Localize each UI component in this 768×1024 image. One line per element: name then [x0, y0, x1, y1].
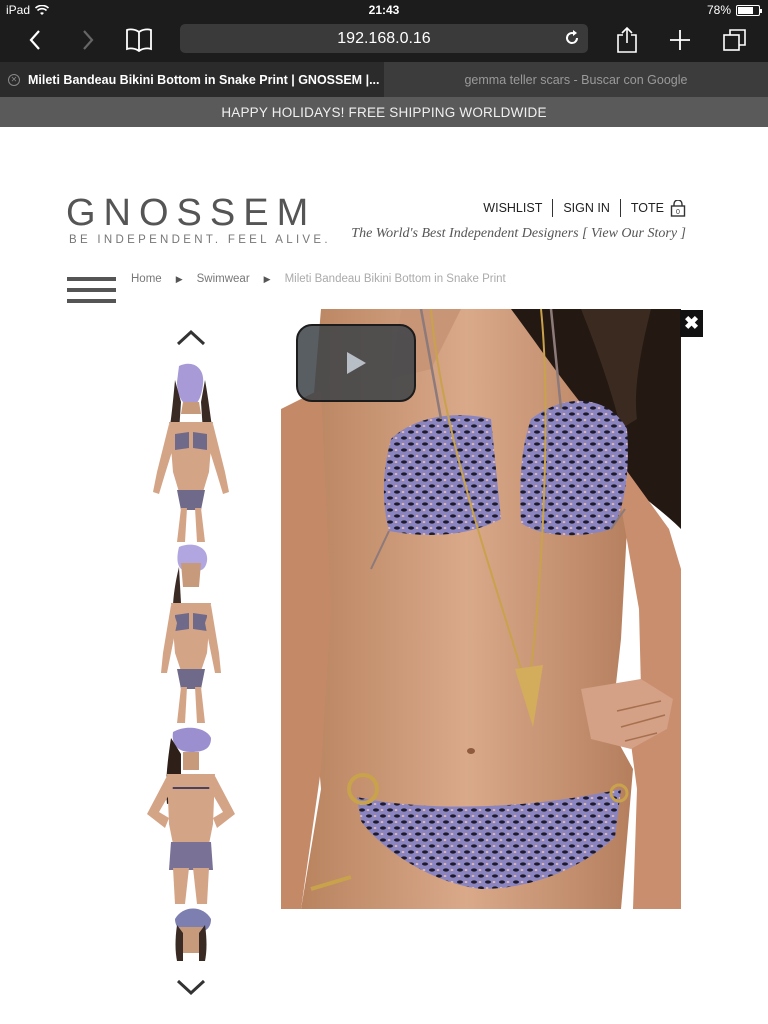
tab-title: gemma teller scars - Buscar con Google	[464, 72, 688, 87]
browser-toolbar: 192.168.0.16	[0, 20, 768, 62]
tab-active[interactable]: ✕ Mileti Bandeau Bikini Bottom in Snake …	[0, 62, 384, 97]
promo-banner: HAPPY HOLIDAYS! FREE SHIPPING WORLDWIDE	[0, 97, 768, 127]
menu-icon[interactable]	[67, 277, 116, 307]
battery-icon	[736, 4, 762, 16]
tab-title: Mileti Bandeau Bikini Bottom in Snake Pr…	[28, 72, 380, 87]
back-button[interactable]	[19, 24, 51, 56]
site-logo[interactable]: GNOSSEM	[66, 192, 316, 235]
tote-label: TOTE	[630, 201, 664, 215]
user-nav: WISHLIST SIGN IN TOTE 0	[473, 199, 686, 217]
battery-percent: 78%	[706, 3, 731, 17]
tote-bag-icon: 0	[670, 199, 686, 217]
bookmarks-icon[interactable]	[123, 24, 155, 56]
product-thumbnail-2[interactable]	[131, 543, 251, 723]
tab-close-icon[interactable]: ✕	[8, 73, 20, 86]
share-icon[interactable]	[611, 24, 643, 56]
product-thumbnail-1[interactable]	[131, 362, 251, 542]
tab-inactive[interactable]: gemma teller scars - Buscar con Google	[384, 62, 768, 97]
new-tab-icon[interactable]	[664, 24, 696, 56]
chevron-down-icon[interactable]	[175, 976, 207, 998]
forward-button[interactable]	[72, 24, 104, 56]
chevron-up-icon[interactable]	[175, 327, 207, 349]
reload-icon[interactable]	[562, 28, 582, 48]
clock: 21:43	[368, 3, 400, 17]
address-bar[interactable]: 192.168.0.16	[180, 24, 588, 53]
breadcrumb-arrow-icon: ▶	[263, 273, 271, 284]
wishlist-link[interactable]: WISHLIST	[473, 201, 552, 215]
close-button[interactable]: ✖	[680, 310, 703, 337]
breadcrumb-current: Mileti Bandeau Bikini Bottom in Snake Pr…	[284, 273, 506, 285]
play-icon	[347, 352, 366, 374]
video-play-button[interactable]	[296, 324, 416, 402]
site-tagline: BE INDEPENDENT. FEEL ALIVE.	[69, 234, 331, 246]
svg-text:0: 0	[676, 209, 680, 216]
view-story-link[interactable]: [ View Our Story ]	[582, 226, 686, 241]
product-thumbnail-3[interactable]	[131, 724, 251, 904]
address-text: 192.168.0.16	[337, 29, 431, 47]
breadcrumb-arrow-icon: ▶	[175, 273, 183, 284]
breadcrumb: Home ▶ Swimwear ▶ Mileti Bandeau Bikini …	[131, 273, 506, 285]
signin-link[interactable]: SIGN IN	[553, 201, 620, 215]
status-bar: iPad 21:43 78%	[0, 0, 768, 20]
product-thumbnail-4[interactable]	[131, 905, 251, 961]
tab-bar: ✕ Mileti Bandeau Bikini Bottom in Snake …	[0, 62, 768, 97]
tabs-overview-icon[interactable]	[719, 24, 751, 56]
breadcrumb-swimwear[interactable]: Swimwear	[197, 273, 250, 285]
story-line: The World's Best Independent Designers […	[351, 226, 686, 242]
story-text: The World's Best Independent Designers	[351, 226, 579, 241]
breadcrumb-home[interactable]: Home	[131, 273, 162, 285]
tote-link[interactable]: TOTE 0	[621, 199, 686, 217]
